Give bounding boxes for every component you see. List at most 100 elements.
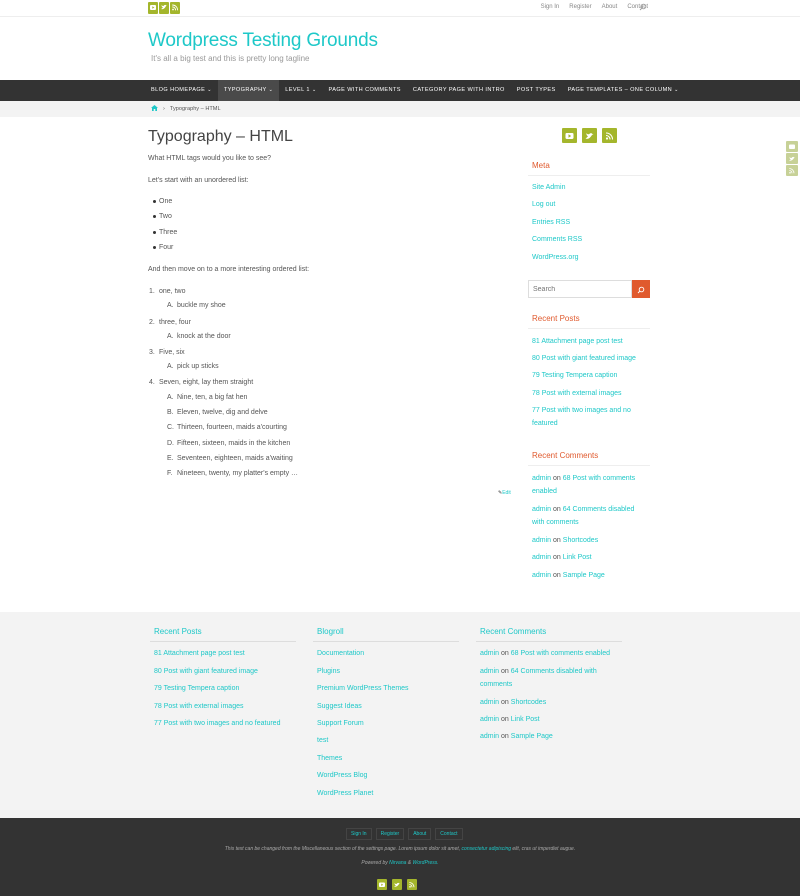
meta-link-comments-rss[interactable]: Comments RSS bbox=[532, 233, 644, 246]
top-menu-about[interactable]: About bbox=[602, 4, 618, 10]
edit-link[interactable]: ✎Edit bbox=[498, 490, 511, 496]
chevron-down-icon: ⌄ bbox=[268, 87, 274, 93]
ordered-sublist-item: E. Seventeen, eighteen, maids a'waiting bbox=[167, 455, 293, 462]
blogroll-link[interactable]: WordPress Blog bbox=[317, 769, 457, 782]
footer-text: This text can be changed from the Miscel… bbox=[224, 846, 576, 852]
blogroll-link[interactable]: Suggest Ideas bbox=[317, 700, 457, 713]
footer-text-link[interactable]: consectetur adipiscing bbox=[462, 846, 511, 852]
footer-recent-post-link[interactable]: 80 Post with giant featured image bbox=[154, 665, 294, 678]
recent-comment-item: admin on Shortcodes bbox=[532, 537, 599, 544]
top-menu-sign-in[interactable]: Sign In bbox=[541, 4, 560, 10]
recent-post-link[interactable]: 81 Attachment page post test bbox=[532, 335, 644, 348]
youtube-icon[interactable] bbox=[377, 879, 387, 890]
recent-post-link[interactable]: 77 Post with two images and no featured bbox=[532, 404, 644, 430]
widget-title-recent-comments: Recent Comments bbox=[528, 451, 650, 466]
footer-menu-about[interactable]: About bbox=[408, 828, 432, 840]
site-title[interactable]: Wordpress Testing Grounds bbox=[148, 30, 378, 52]
meta-link-entries-rss[interactable]: Entries RSS bbox=[532, 216, 644, 229]
blogroll-link[interactable]: Plugins bbox=[317, 665, 457, 678]
widget-title-recent-posts: Recent Posts bbox=[528, 314, 650, 329]
blogroll-link[interactable]: WordPress Planet bbox=[317, 787, 457, 800]
ordered-sublist-item: A. buckle my shoe bbox=[167, 302, 226, 309]
comment-post-link[interactable]: Sample Page bbox=[563, 572, 605, 579]
wordpress-link[interactable]: WordPress. bbox=[413, 860, 439, 866]
recent-post-link[interactable]: 79 Testing Tempera caption bbox=[532, 369, 644, 382]
footer-recent-comment-item: admin on 64 Comments disabled with comme… bbox=[480, 668, 597, 688]
top-menu-register[interactable]: Register bbox=[569, 4, 591, 10]
footer-recent-post-link[interactable]: 79 Testing Tempera caption bbox=[154, 682, 294, 695]
ordered-list-item: 2. three, four bbox=[149, 319, 191, 326]
youtube-icon[interactable] bbox=[148, 2, 158, 14]
blogroll-link[interactable]: Documentation bbox=[317, 647, 457, 660]
footer-menu-contact[interactable]: Contact bbox=[435, 828, 463, 840]
footer-recent-comment-item: admin on Shortcodes bbox=[480, 699, 547, 706]
post-intro: What HTML tags would you like to see? bbox=[148, 155, 272, 162]
recent-post-link[interactable]: 78 Post with external images bbox=[532, 387, 644, 400]
ordered-list-item: 1. one, two bbox=[149, 288, 186, 295]
nav-item-typography[interactable]: TYPOGRAPHY ⌄ bbox=[217, 80, 280, 101]
recent-comment-item: admin on Link Post bbox=[532, 554, 592, 561]
search-icon[interactable] bbox=[639, 3, 647, 13]
theme-link[interactable]: Nirvana bbox=[389, 860, 406, 866]
rss-icon[interactable] bbox=[407, 879, 417, 890]
nav-item-blog-homepage[interactable]: BLOG HOMEPAGE ⌄ bbox=[145, 80, 218, 101]
comment-author[interactable]: admin bbox=[532, 537, 551, 544]
twitter-icon[interactable] bbox=[786, 153, 798, 164]
blogroll-link[interactable]: test bbox=[317, 734, 457, 747]
breadcrumb-separator: › bbox=[163, 106, 165, 112]
rss-icon[interactable] bbox=[786, 165, 798, 176]
footer-recent-post-link[interactable]: 78 Post with external images bbox=[154, 700, 294, 713]
footer-powered-by: Powered by Nirvana & WordPress. bbox=[361, 860, 439, 866]
nav-item-level-1[interactable]: LEVEL 1 ⌄ bbox=[279, 80, 322, 101]
footer-recent-post-link[interactable]: 81 Attachment page post test bbox=[154, 647, 294, 660]
ordered-sublist-item: A. Nine, ten, a big fat hen bbox=[167, 394, 248, 401]
footer-widget-title-recent-posts: Recent Posts bbox=[150, 627, 296, 642]
youtube-icon[interactable] bbox=[562, 128, 577, 143]
nav-item-post-types[interactable]: POST TYPES bbox=[511, 80, 562, 101]
chevron-down-icon: ⌄ bbox=[674, 87, 679, 93]
ordered-sublist-item: B. Eleven, twelve, dig and delve bbox=[167, 409, 268, 416]
search-button[interactable] bbox=[632, 280, 650, 298]
comment-author[interactable]: admin bbox=[532, 506, 551, 513]
blogroll-link[interactable]: Support Forum bbox=[317, 717, 457, 730]
chevron-down-icon: ⌄ bbox=[311, 87, 317, 93]
widget-title-meta: Meta bbox=[528, 161, 650, 176]
recent-post-link[interactable]: 80 Post with giant featured image bbox=[532, 352, 644, 365]
footer-social-icons bbox=[377, 879, 417, 890]
ordered-sublist-item: A. knock at the door bbox=[167, 333, 231, 340]
nav-item-page-templates[interactable]: PAGE TEMPLATES – ONE COLUMN ⌄ bbox=[562, 80, 685, 101]
meta-link-site-admin[interactable]: Site Admin bbox=[532, 181, 644, 194]
ordered-sublist-item: A. pick up sticks bbox=[167, 363, 219, 370]
recent-comment-item: admin on Sample Page bbox=[532, 572, 605, 579]
comment-post-link[interactable]: Link Post bbox=[563, 554, 592, 561]
meta-link-log-out[interactable]: Log out bbox=[532, 198, 644, 211]
youtube-icon[interactable] bbox=[786, 141, 798, 152]
comment-post-link[interactable]: Shortcodes bbox=[563, 537, 598, 544]
page-title: Typography – HTML bbox=[148, 128, 293, 145]
home-icon[interactable] bbox=[151, 105, 158, 113]
search-input[interactable] bbox=[528, 280, 632, 298]
top-menu: Sign In Register About Contact bbox=[541, 4, 648, 10]
twitter-icon[interactable] bbox=[392, 879, 402, 890]
nav-item-category-page[interactable]: CATEGORY PAGE WITH INTRO bbox=[407, 80, 511, 101]
meta-link-wordpress-org[interactable]: WordPress.org bbox=[532, 251, 644, 264]
footer-recent-comment-item: admin on Link Post bbox=[480, 716, 540, 723]
blogroll-link[interactable]: Themes bbox=[317, 752, 457, 765]
comment-author[interactable]: admin bbox=[532, 475, 551, 482]
nav-item-page-with-comments[interactable]: PAGE WITH COMMENTS bbox=[323, 80, 407, 101]
edge-social-icons bbox=[786, 141, 798, 176]
site-footer: Sign In Register About Contact This text… bbox=[0, 818, 800, 896]
list-item: Two bbox=[153, 213, 172, 220]
footer-menu-sign-in[interactable]: Sign In bbox=[346, 828, 372, 840]
footer-menu-register[interactable]: Register bbox=[375, 828, 405, 840]
twitter-icon[interactable] bbox=[159, 2, 169, 14]
twitter-icon[interactable] bbox=[582, 128, 597, 143]
ordered-sublist-item: D. Fifteen, sixteen, maids in the kitchen bbox=[167, 440, 291, 447]
blogroll-link[interactable]: Premium WordPress Themes bbox=[317, 682, 457, 695]
rss-icon[interactable] bbox=[602, 128, 617, 143]
comment-author[interactable]: admin bbox=[532, 572, 551, 579]
rss-icon[interactable] bbox=[170, 2, 180, 14]
comment-author[interactable]: admin bbox=[532, 554, 551, 561]
list-item: Three bbox=[153, 229, 177, 236]
footer-recent-post-link[interactable]: 77 Post with two images and no featured bbox=[154, 717, 294, 730]
